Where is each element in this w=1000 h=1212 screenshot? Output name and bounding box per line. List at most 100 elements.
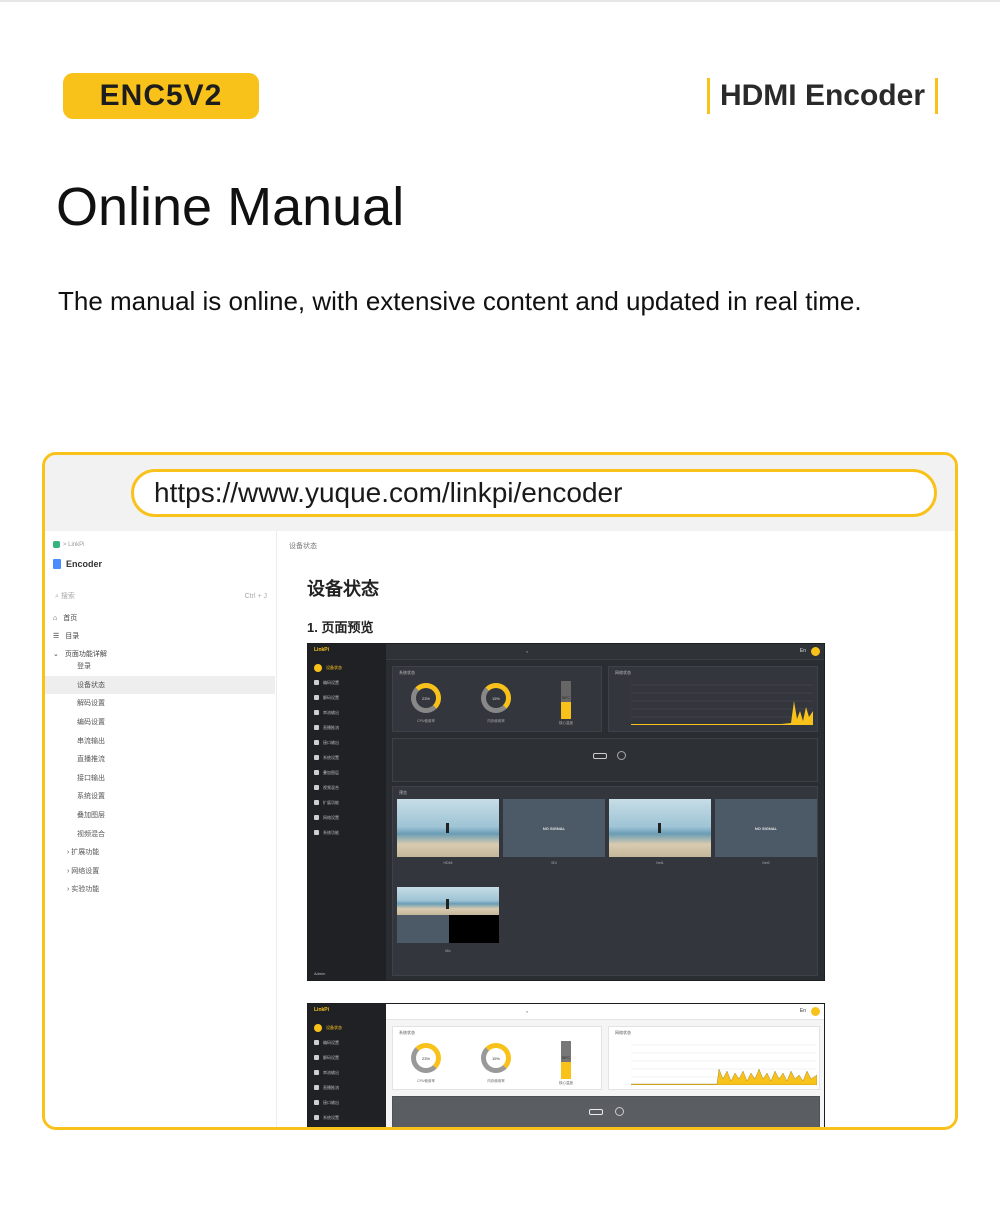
product-tag-right-bar: [935, 78, 938, 114]
app-screenshot-secondary: LinkPi 设备状态编码设置解码设置串流输出直播推流接口输出系统设置叠加图层视…: [307, 1003, 825, 1130]
app-menu-item[interactable]: 编码设置: [314, 677, 380, 688]
menu-item-icon: [314, 1070, 319, 1075]
app-menu-item[interactable]: 扩展功能: [314, 797, 380, 808]
app-menu-item[interactable]: 视频混合: [314, 782, 380, 793]
preview-label: HDMI: [443, 861, 453, 865]
toc-item[interactable]: 接口输出: [45, 769, 277, 788]
book-title[interactable]: Encoder: [53, 559, 102, 569]
toc-item[interactable]: 编码设置: [45, 713, 277, 732]
preview-thumbnail[interactable]: NO SIGNAL: [715, 799, 817, 857]
temperature-gauge: 50°C: [561, 1041, 571, 1079]
preview-label: Mix: [445, 949, 451, 953]
toc-item[interactable]: › 实验功能: [45, 880, 277, 899]
toc-item[interactable]: 解码设置: [45, 694, 277, 713]
avatar[interactable]: [811, 1007, 820, 1016]
menu-item-icon: [314, 1085, 319, 1090]
preview-thumbnail[interactable]: NO SIGNAL: [503, 799, 605, 857]
toc-item[interactable]: 系统设置: [45, 787, 277, 806]
sidebar-item-toc[interactable]: ☰ 目录: [53, 631, 79, 641]
mix-preview-top[interactable]: [397, 887, 499, 915]
menu-item-icon: [314, 800, 319, 805]
preview-thumbnail[interactable]: [397, 799, 499, 857]
app-menu-item[interactable]: 解码设置: [314, 1052, 380, 1063]
app-menu-item[interactable]: 接口输出: [314, 1097, 380, 1108]
toc-item[interactable]: › 扩展功能: [45, 843, 277, 862]
network-chart: [631, 684, 813, 725]
menu-item-label: 解码设置: [323, 694, 339, 700]
ring-value: 15%: [491, 696, 500, 701]
preview-thumbnail[interactable]: [609, 799, 711, 857]
gauge-label: 核心温度: [559, 721, 573, 725]
menu-item-label: 直播推流: [323, 724, 339, 730]
preview-label: Net2: [762, 861, 770, 865]
menu-item-icon: [314, 1055, 319, 1060]
gauge-label: 核心温度: [559, 1081, 573, 1085]
app-light-body: 系统状态 23% CPU使用率 15% 内存使用率 50°C 核心温度 网络状态: [386, 1020, 824, 1127]
menu-item-icon: [314, 663, 322, 672]
doc-subheading: 1. 页面预览: [307, 620, 374, 635]
audio-port-icon: [615, 1107, 624, 1116]
ring-label: CPU使用率: [417, 1079, 435, 1083]
app-menu-item[interactable]: 直播推流: [314, 722, 380, 733]
app-menu-item[interactable]: 串流输出: [314, 1067, 380, 1078]
sidebar-item-home[interactable]: ⌂ 首页: [53, 613, 77, 623]
menu-item-icon: [314, 725, 319, 730]
menu-item-icon: [314, 1023, 322, 1032]
page-title: Online Manual: [56, 177, 405, 237]
menu-item-icon: [314, 710, 319, 715]
space-icon: [53, 541, 60, 548]
search-shortcut: Ctrl + J: [244, 592, 267, 600]
doc-page: > LinkPi Encoder ⌕ 搜索 Ctrl + J ⌂ 首页 ☰ 目录…: [45, 531, 955, 1130]
page-subtitle: The manual is online, with extensive con…: [58, 286, 862, 316]
preview-label: SDI: [551, 861, 557, 865]
menu-item-label: 网络设置: [323, 814, 339, 820]
app-menu-item[interactable]: 解码设置: [314, 692, 380, 703]
gauge-value: 50°C: [562, 1056, 570, 1060]
network-status-card: 网络状态: [608, 1026, 820, 1090]
app-menu-item[interactable]: 直播推流: [314, 1082, 380, 1093]
app-menu-item[interactable]: 编码设置: [314, 1037, 380, 1048]
toc-item[interactable]: › 网络设置: [45, 862, 277, 881]
app-menu-item[interactable]: 系统设置: [314, 1112, 380, 1123]
toc-item[interactable]: 视频混合: [45, 824, 277, 843]
interface-status-card: [392, 1096, 820, 1127]
sidebar-search[interactable]: ⌕ 搜索 Ctrl + J: [53, 589, 269, 603]
top-divider: [0, 0, 1000, 2]
product-tag: HDMI Encoder: [706, 76, 938, 116]
language-toggle[interactable]: En: [800, 1008, 806, 1014]
mix-preview-left[interactable]: [397, 915, 449, 943]
app-menu-item[interactable]: 叠加图层: [314, 767, 380, 778]
menu-item-label: 设备状态: [326, 1024, 342, 1030]
app-menu-item[interactable]: 设备状态: [314, 1022, 380, 1033]
app-menu-item[interactable]: 系统设置: [314, 752, 380, 763]
app-menu-item[interactable]: 设备状态: [314, 662, 380, 673]
card-title: 系统状态: [399, 1030, 415, 1035]
toc-item[interactable]: 设备状态: [45, 675, 275, 695]
gauge-value: 50°C: [562, 696, 570, 700]
book-title-text: Encoder: [66, 559, 103, 569]
app-menu-item[interactable]: 网络设置: [314, 812, 380, 823]
menu-item-icon: [314, 785, 319, 790]
app-menu-item[interactable]: 串流输出: [314, 707, 380, 718]
sidebar-breadcrumb[interactable]: > LinkPi: [53, 541, 85, 548]
app-menu-item[interactable]: 叠加图层: [314, 1127, 380, 1130]
menu-item-label: 编码设置: [323, 679, 339, 685]
admin-user[interactable]: Admin: [314, 971, 325, 976]
search-icon: ⌕: [526, 1009, 529, 1014]
toc-item[interactable]: 登录: [45, 657, 277, 676]
app-menu-item[interactable]: 系统功能: [314, 827, 380, 838]
mix-preview-right[interactable]: [449, 915, 499, 943]
language-toggle[interactable]: En: [800, 648, 806, 654]
avatar[interactable]: [811, 647, 820, 656]
preview-card: 预览 Mix HDMI NO SIGNAL SDI Net1 NO SIGNAL Net2: [392, 786, 818, 976]
menu-item-icon: [314, 830, 319, 835]
url-bar[interactable]: https://www.yuque.com/linkpi/encoder: [131, 469, 937, 517]
memory-ring: 15%: [481, 1043, 511, 1073]
network-status-card: 网络状态: [608, 666, 818, 732]
ring-value: 23%: [421, 1056, 430, 1061]
toc-item[interactable]: 串流输出: [45, 731, 277, 750]
app-menu-item[interactable]: 接口输出: [314, 737, 380, 748]
network-chart: [631, 1044, 817, 1085]
toc-item[interactable]: 叠加图层: [45, 806, 277, 825]
toc-item[interactable]: 直播推流: [45, 750, 277, 769]
